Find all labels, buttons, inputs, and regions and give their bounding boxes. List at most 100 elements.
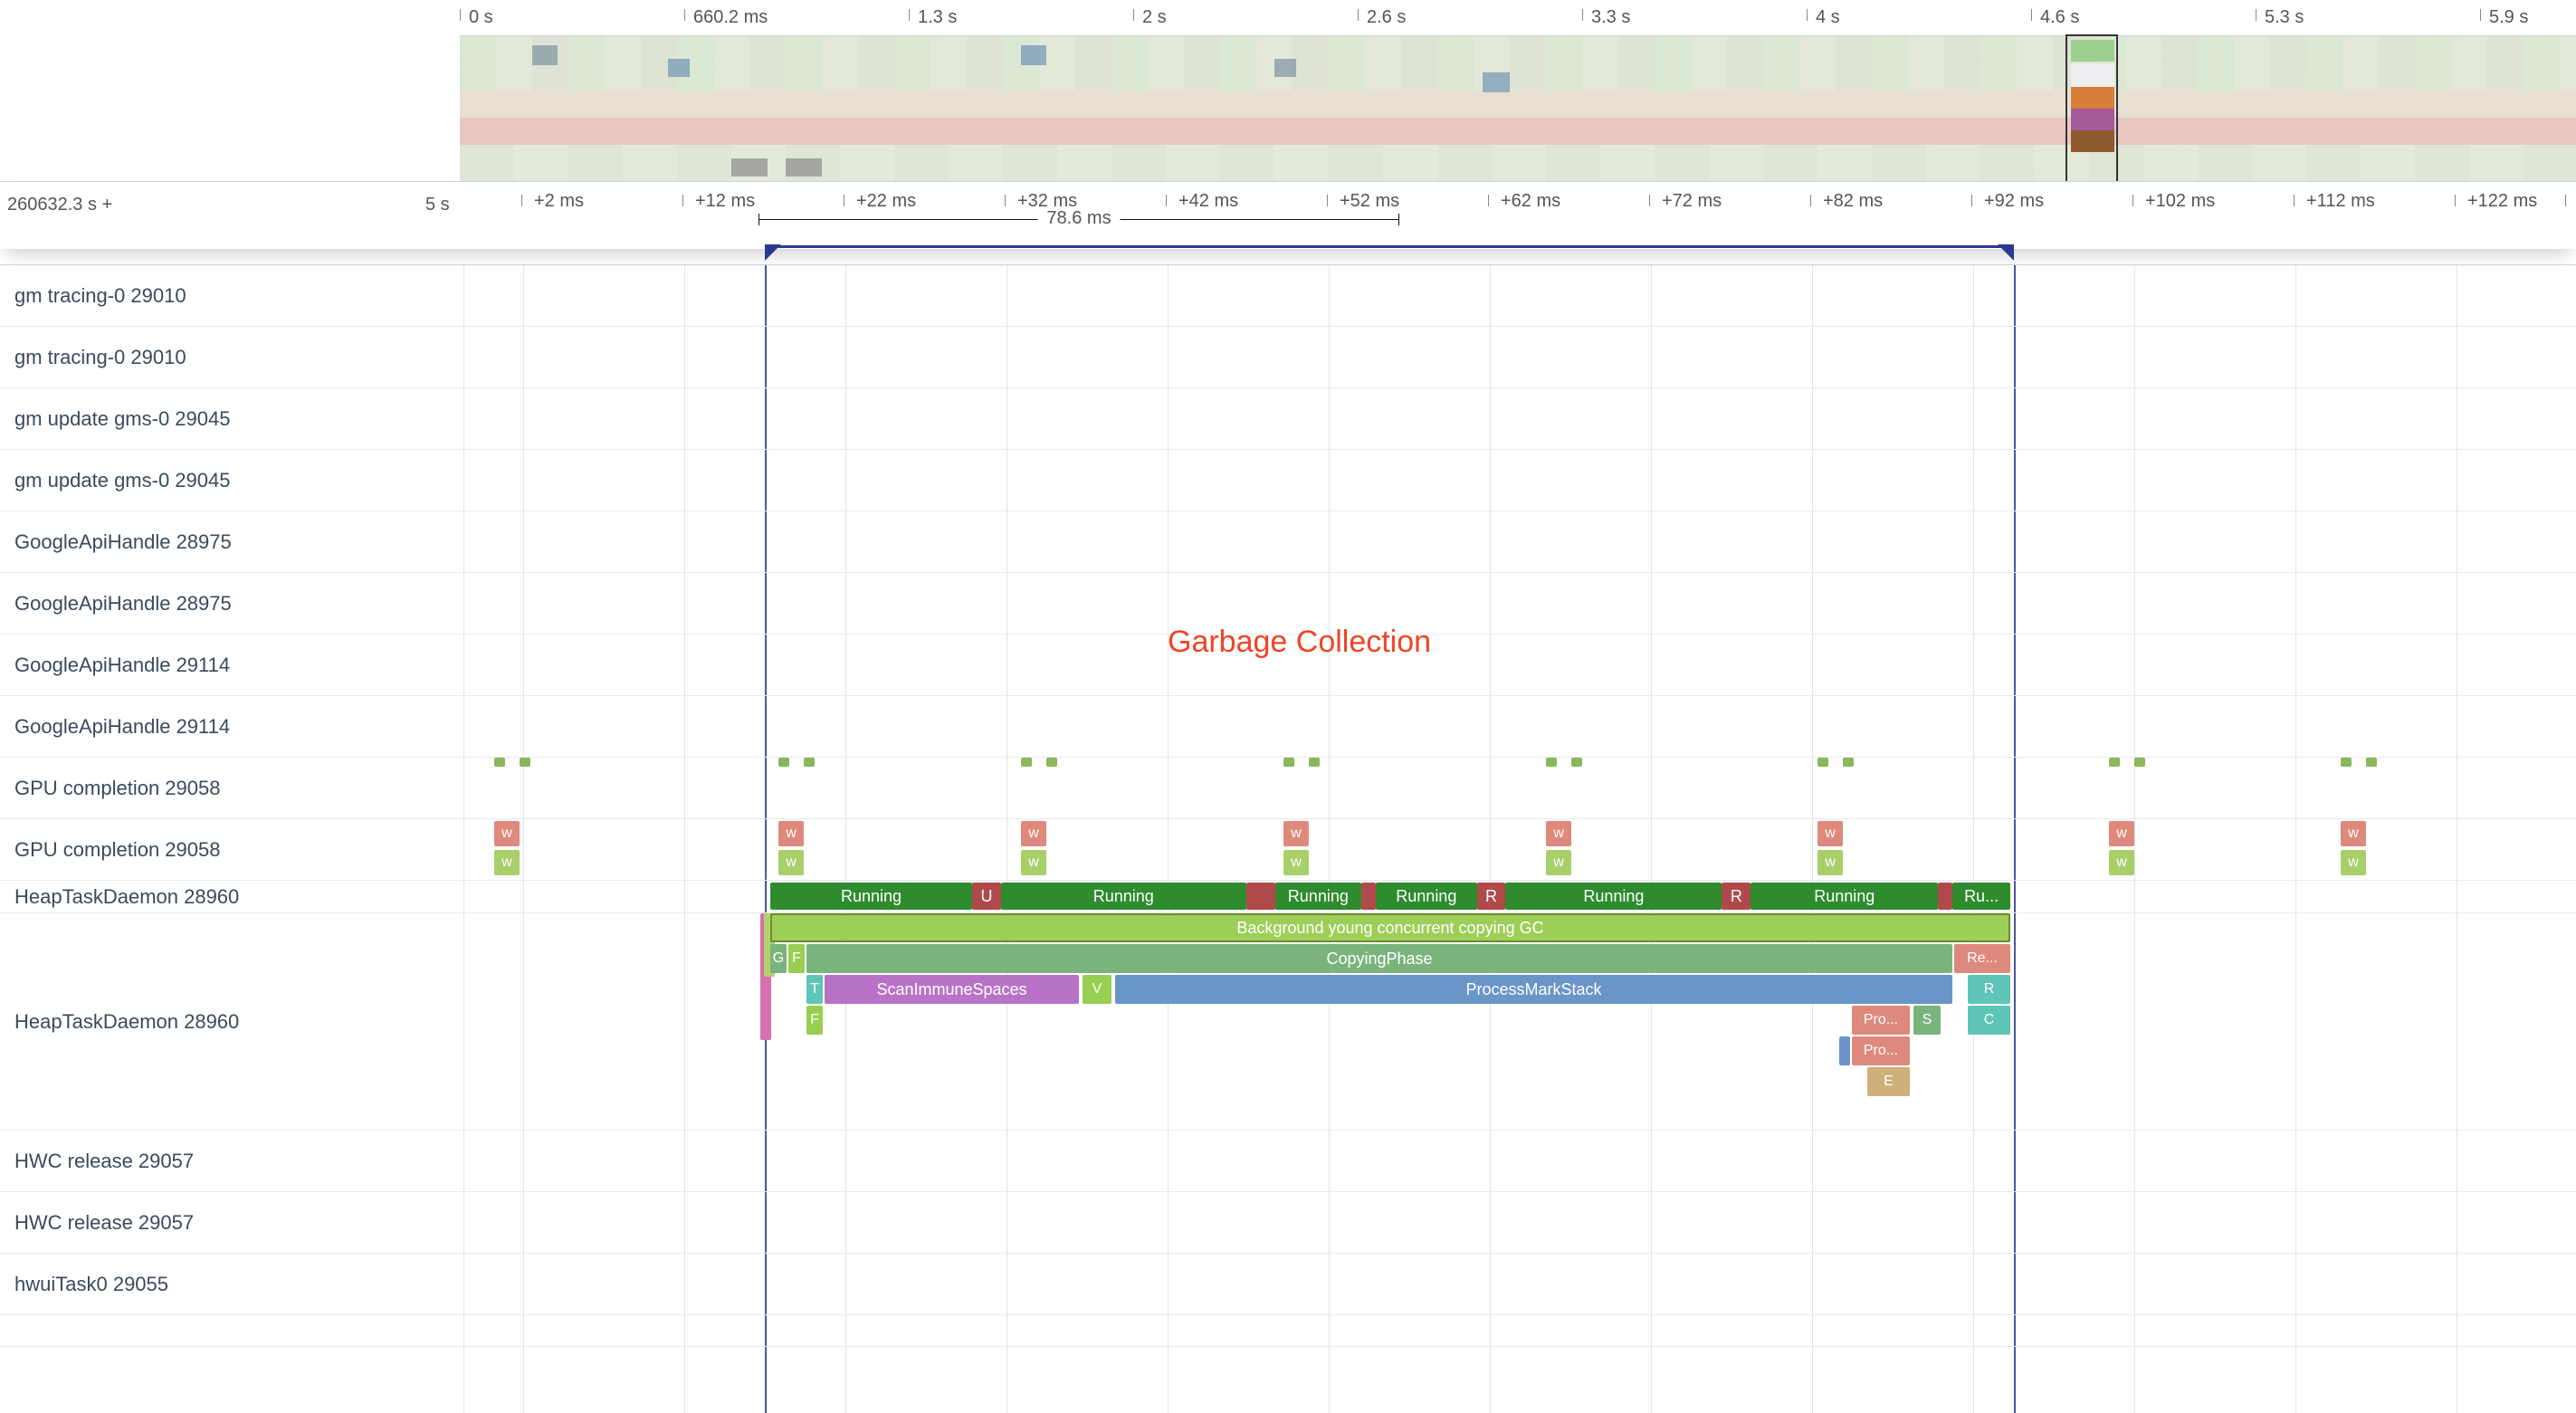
slice[interactable]: [1839, 1036, 1850, 1065]
slice-w[interactable]: w: [1283, 850, 1309, 875]
track-row[interactable]: HWC release 29057: [0, 1192, 2576, 1254]
slice-w[interactable]: w: [2109, 821, 2134, 846]
slice-state-other[interactable]: R: [1477, 883, 1506, 910]
slice-tick[interactable]: [1546, 758, 1557, 767]
overview-tick: 0 s: [460, 0, 493, 36]
trace-viewer[interactable]: 0 s 660.2 ms 1.3 s 2 s 2.6 s 3.3 s 4 s 4…: [0, 0, 2576, 1413]
slice[interactable]: C: [1968, 1006, 2010, 1035]
slice-tick[interactable]: [804, 758, 815, 767]
slice-state-running[interactable]: Running: [1505, 883, 1722, 910]
overview-tick: 5.3 s: [2256, 0, 2304, 36]
slice-state-running[interactable]: Running: [1275, 883, 1362, 910]
overview-tick: 1.3 s: [909, 0, 957, 36]
slice-state-running[interactable]: Running: [770, 883, 972, 910]
slice-state-other[interactable]: [1246, 883, 1275, 910]
slice-process-mark-stack[interactable]: ProcessMarkStack: [1115, 975, 1952, 1004]
track-row[interactable]: [0, 1315, 2576, 1347]
zoom-tick: +102 ms: [2134, 191, 2215, 212]
track-label: gm update gms-0 29045: [14, 469, 231, 492]
slice-w[interactable]: w: [2341, 821, 2366, 846]
slice[interactable]: F: [788, 944, 805, 973]
slice-w[interactable]: w: [778, 821, 804, 846]
zoom-tick: +82 ms: [1812, 191, 1883, 212]
slice[interactable]: V: [1083, 975, 1111, 1004]
slice-tick[interactable]: [1046, 758, 1057, 767]
slice-state-running[interactable]: Running: [1001, 883, 1246, 910]
track-label: GoogleApiHandle 28975: [14, 530, 232, 554]
track-row-heap-daemon-state[interactable]: HeapTaskDaemon 28960 RunningURunningRunn…: [0, 881, 2576, 913]
track-row[interactable]: hwuiTask0 29055: [0, 1254, 2576, 1315]
zoom-tick: +62 ms: [1490, 191, 1560, 212]
zoom-tick: +92 ms: [1973, 191, 2044, 212]
slice-w[interactable]: w: [494, 850, 520, 875]
slice-state-other[interactable]: R: [1722, 883, 1751, 910]
slice-state-running[interactable]: Ru...: [1952, 883, 2010, 910]
track-row[interactable]: gm tracing-0 29010: [0, 327, 2576, 388]
track-row[interactable]: GoogleApiHandle 28975: [0, 573, 2576, 635]
track-label: HWC release 29057: [14, 1150, 194, 1173]
slice-state-other[interactable]: [1361, 883, 1376, 910]
zoom-tick: +112 ms: [2295, 191, 2375, 212]
slice-state-other[interactable]: [1938, 883, 1952, 910]
slice-w[interactable]: w: [1818, 821, 1843, 846]
track-label: gm tracing-0 29010: [14, 346, 186, 369]
slice-tick[interactable]: [1843, 758, 1854, 767]
slice-state-running[interactable]: Running: [1751, 883, 1938, 910]
slice[interactable]: Re...: [1954, 944, 2010, 973]
slice-w[interactable]: w: [1021, 850, 1046, 875]
track-row[interactable]: GoogleApiHandle 28975: [0, 511, 2576, 573]
track-row-gpu-completion[interactable]: GPU completion 29058 wwwwwwwwwwwwwwww: [0, 819, 2576, 881]
slice-tick[interactable]: [2109, 758, 2120, 767]
overview-tick: 660.2 ms: [684, 0, 768, 36]
slice[interactable]: E: [1867, 1067, 1910, 1096]
slice-tick[interactable]: [778, 758, 789, 767]
overview-minimap[interactable]: [460, 36, 2576, 181]
slice-w[interactable]: w: [2341, 850, 2366, 875]
slice-w[interactable]: w: [1546, 821, 1571, 846]
slice-tick[interactable]: [2366, 758, 2377, 767]
slice-copying-phase[interactable]: CopyingPhase: [806, 944, 1952, 973]
tracks-area[interactable]: gm tracing-0 29010 gm tracing-0 29010 gm…: [0, 264, 2576, 1413]
track-row-gpu-completion[interactable]: GPU completion 29058: [0, 758, 2576, 819]
slice-tick[interactable]: [1309, 758, 1320, 767]
slice-tick[interactable]: [2341, 758, 2352, 767]
slice-tick[interactable]: [1571, 758, 1582, 767]
slice-w[interactable]: w: [2109, 850, 2134, 875]
slice[interactable]: F: [806, 1006, 823, 1035]
time-base-label: 260632.3 s +: [7, 195, 112, 215]
slice-w[interactable]: w: [1818, 850, 1843, 875]
zoom-tick: +72 ms: [1651, 191, 1722, 212]
overview-ruler[interactable]: 0 s 660.2 ms 1.3 s 2 s 2.6 s 3.3 s 4 s 4…: [460, 0, 2576, 36]
slice-w[interactable]: w: [1546, 850, 1571, 875]
track-row[interactable]: gm update gms-0 29045: [0, 450, 2576, 511]
slice-tick[interactable]: [1818, 758, 1828, 767]
slice-scan-immune[interactable]: ScanImmuneSpaces: [825, 975, 1079, 1004]
slice[interactable]: Pro...: [1852, 1006, 1910, 1035]
slice-state-other[interactable]: U: [972, 883, 1001, 910]
slice-tick[interactable]: [520, 758, 530, 767]
track-label: HWC release 29057: [14, 1211, 194, 1235]
slice-tick[interactable]: [494, 758, 505, 767]
slice[interactable]: R: [1968, 975, 2010, 1004]
slice[interactable]: Pro...: [1852, 1036, 1910, 1065]
slice-tick[interactable]: [1021, 758, 1032, 767]
track-row[interactable]: GoogleApiHandle 29114: [0, 635, 2576, 696]
track-row[interactable]: GoogleApiHandle 29114: [0, 696, 2576, 758]
slice[interactable]: G: [770, 944, 787, 973]
slice-bg-gc[interactable]: Background young concurrent copying GC: [770, 913, 2010, 942]
slice-w[interactable]: w: [1283, 821, 1309, 846]
slice-state-running[interactable]: Running: [1376, 883, 1477, 910]
slice-w[interactable]: w: [778, 850, 804, 875]
track-row[interactable]: gm tracing-0 29010: [0, 265, 2576, 327]
slice[interactable]: S: [1913, 1006, 1941, 1035]
track-row[interactable]: HWC release 29057: [0, 1131, 2576, 1192]
slice-tick[interactable]: [2134, 758, 2145, 767]
slice-w[interactable]: w: [1021, 821, 1046, 846]
zoom-tick: +13: [2567, 191, 2576, 212]
track-label: gm update gms-0 29045: [14, 407, 231, 431]
slice-tick[interactable]: [1283, 758, 1294, 767]
slice[interactable]: T: [806, 975, 823, 1004]
track-row[interactable]: gm update gms-0 29045: [0, 388, 2576, 450]
slice-w[interactable]: w: [494, 821, 520, 846]
track-row-heap-daemon-flame[interactable]: HeapTaskDaemon 28960 Background young co…: [0, 913, 2576, 1131]
